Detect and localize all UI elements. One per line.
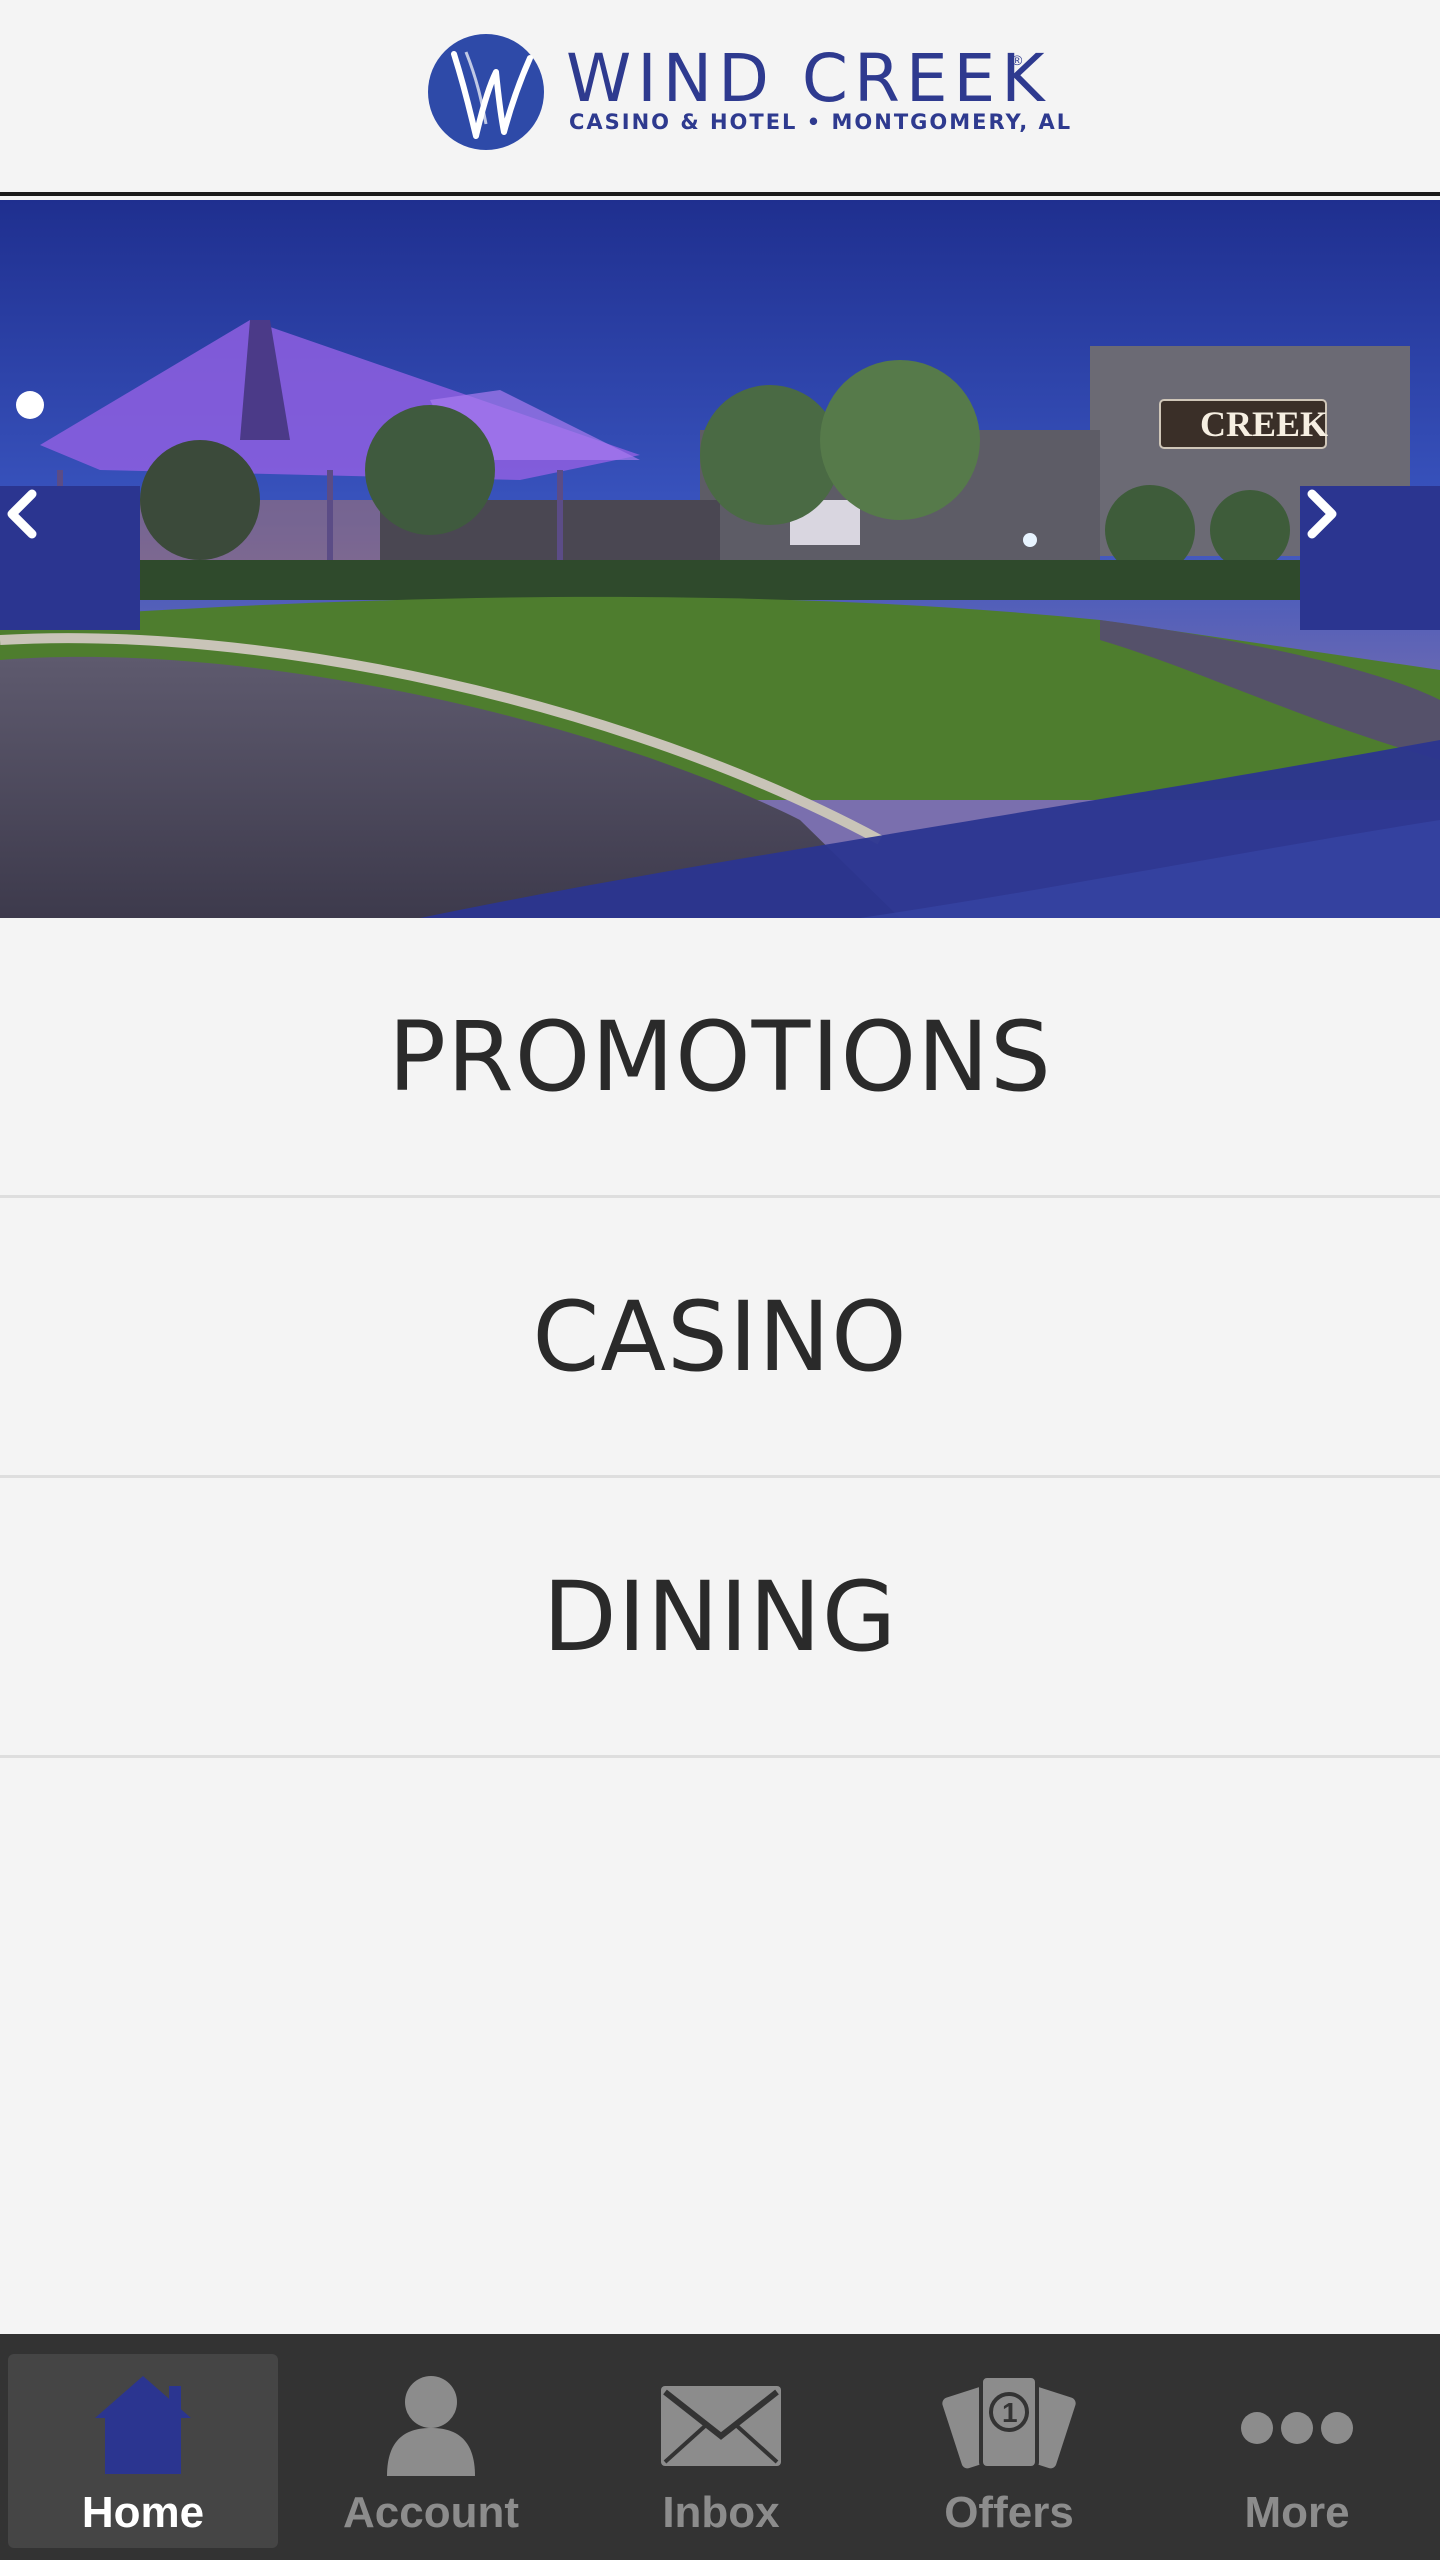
bottom-tab-bar: Home Account Inbox 1 Offers More [0, 2334, 1440, 2560]
more-dots-icon [1241, 2412, 1353, 2444]
tab-more[interactable]: More [1162, 2354, 1432, 2548]
carousel-prev-button[interactable] [0, 486, 140, 630]
casino-sign-text: CREEK [1200, 404, 1328, 444]
hero-image: CREEK [0, 200, 1440, 918]
menu-item-promotions[interactable]: PROMOTIONS [0, 918, 1440, 1198]
app-header: WIND CREEK ® CASINO & HOTEL • MONTGOMERY… [0, 0, 1440, 196]
wind-creek-logo-mark-icon [428, 34, 544, 150]
tab-label: More [1244, 2488, 1350, 2537]
person-icon [387, 2376, 475, 2476]
tab-label: Account [343, 2488, 519, 2537]
chevron-right-icon [1307, 489, 1337, 539]
brand-name: WIND CREEK [566, 40, 1051, 117]
home-icon [95, 2376, 191, 2474]
tab-label: Offers [944, 2488, 1074, 2537]
menu-item-label: CASINO [532, 1280, 908, 1393]
menu-item-label: PROMOTIONS [388, 1000, 1052, 1113]
tab-label: Inbox [662, 2488, 780, 2537]
envelope-icon [661, 2386, 781, 2466]
tab-offers[interactable]: 1 Offers [874, 2354, 1144, 2548]
menu-item-casino[interactable]: CASINO [0, 1198, 1440, 1478]
wind-creek-logo: WIND CREEK ® CASINO & HOTEL • MONTGOMERY… [426, 30, 1070, 154]
tab-label: Home [81, 2488, 205, 2537]
chevron-left-icon [7, 489, 37, 539]
main-menu: PROMOTIONS CASINO DINING [0, 918, 1440, 1758]
menu-item-label: DINING [542, 1560, 898, 1673]
registered-mark: ® [1012, 52, 1023, 68]
menu-item-dining[interactable]: DINING [0, 1478, 1440, 1758]
hero-carousel[interactable]: CREEK [0, 200, 1440, 918]
tab-home[interactable]: Home [8, 2354, 278, 2548]
carousel-next-button[interactable] [1300, 486, 1440, 630]
brand-subtitle: CASINO & HOTEL • MONTGOMERY, AL [569, 110, 1073, 134]
tab-account[interactable]: Account [296, 2354, 566, 2548]
cards-icon: 1 [942, 2374, 1076, 2470]
tab-inbox[interactable]: Inbox [586, 2354, 856, 2548]
svg-text:1: 1 [1002, 2397, 1018, 2428]
